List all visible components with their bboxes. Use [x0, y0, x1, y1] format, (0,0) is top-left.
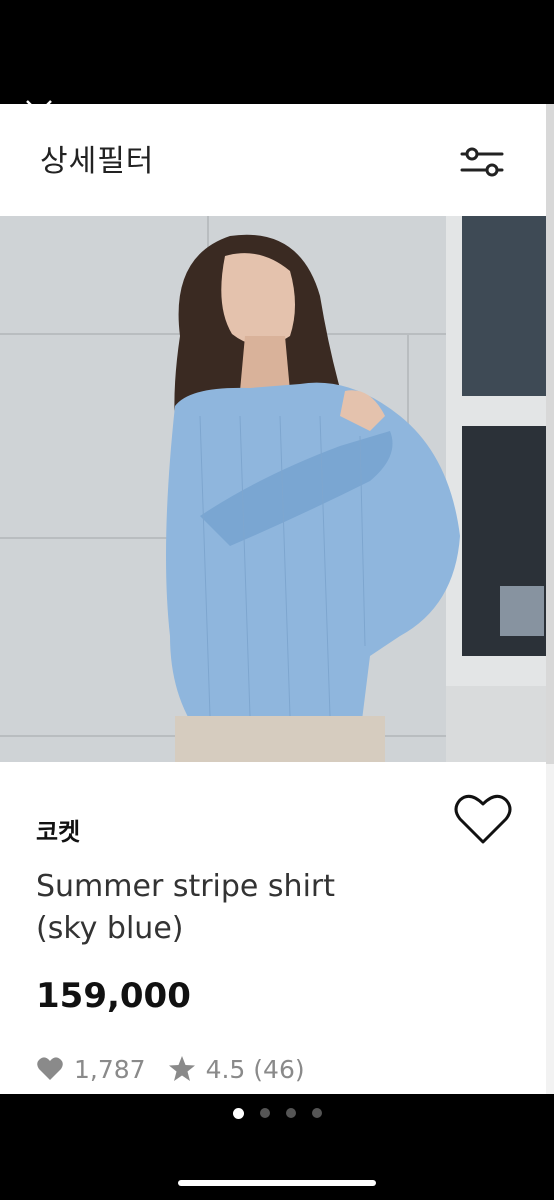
filter-settings-button[interactable] — [458, 142, 506, 182]
product-price: 159,000 — [36, 976, 191, 1016]
next-card-peek — [546, 104, 554, 1094]
brand-name[interactable]: 코켓 — [36, 812, 80, 847]
rating-value: 4.5 (46) — [205, 1054, 305, 1084]
close-button[interactable] — [24, 98, 54, 128]
bottom-bar — [0, 1094, 554, 1200]
page-dot-3[interactable] — [285, 1108, 296, 1118]
page-dot-1[interactable] — [232, 1108, 244, 1119]
product-name: Summer stripe shirt (sky blue) — [36, 866, 456, 950]
product-name-line-1: Summer stripe shirt — [36, 869, 336, 904]
product-name-line-2: (sky blue) — [36, 911, 184, 946]
sliders-icon — [460, 147, 504, 177]
status-bar — [0, 0, 554, 104]
wishlist-button[interactable] — [454, 792, 512, 846]
product-stats: 1,787 4.5 (46) — [36, 1052, 305, 1086]
page-dot-2[interactable] — [259, 1108, 270, 1118]
home-indicator[interactable] — [178, 1180, 376, 1186]
product-card[interactable]: 코켓 Summer stripe shirt (sky blue) 159,00… — [0, 762, 546, 1094]
product-photo-illustration — [0, 216, 546, 762]
heart-outline-icon — [454, 794, 512, 844]
filter-header: 상세필터 — [0, 104, 546, 217]
like-count: 1,787 — [74, 1054, 146, 1084]
star-icon — [168, 1056, 195, 1081]
page-dot-4[interactable] — [311, 1108, 322, 1118]
page-indicator — [0, 1108, 554, 1119]
close-icon — [26, 100, 52, 126]
heart-filled-icon — [37, 1057, 63, 1080]
page-title: 상세필터 — [40, 144, 155, 179]
product-image[interactable] — [0, 216, 546, 762]
